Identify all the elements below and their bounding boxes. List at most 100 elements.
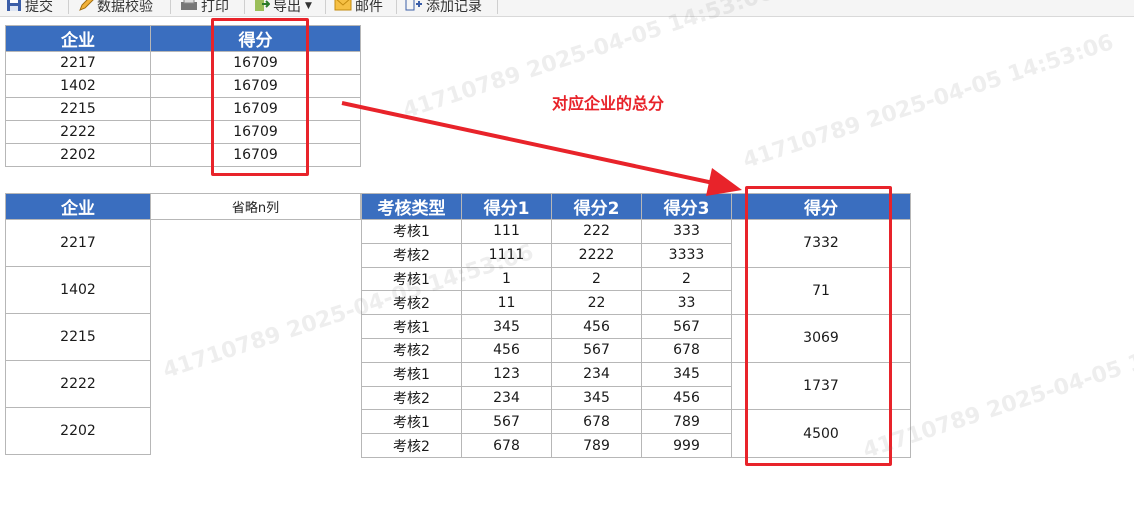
- annotation-text: 对应企业的总分: [552, 94, 665, 113]
- assessment-type-cell[interactable]: 考核2: [361, 385, 462, 411]
- table-row: 2217 16709: [5, 51, 361, 75]
- score-cell-2[interactable]: 222: [551, 219, 642, 244]
- total-score-cell[interactable]: 1737: [731, 361, 911, 411]
- company-cell[interactable]: 2215: [5, 313, 151, 361]
- score-cell-3[interactable]: 345: [641, 361, 732, 387]
- assessment-type-cell[interactable]: 考核1: [361, 409, 462, 435]
- table-row: 考核1 1 2 2 71: [361, 266, 911, 316]
- table-row: 考核1 111 222 333 7332: [361, 219, 911, 268]
- assessment-type-cell[interactable]: 考核1: [361, 266, 462, 292]
- score-cell-3[interactable]: 789: [641, 409, 732, 435]
- company-cell[interactable]: 2202: [5, 143, 151, 167]
- score-cell-2[interactable]: 2: [551, 266, 642, 292]
- assessment-type-cell[interactable]: 考核1: [361, 219, 462, 244]
- score-cell-1[interactable]: 567: [461, 409, 552, 435]
- score-cell[interactable]: 16709: [150, 143, 361, 167]
- score-cell-1[interactable]: 1111: [461, 242, 552, 268]
- score-cell-1[interactable]: 678: [461, 433, 552, 458]
- table-row: 2202 16709: [5, 143, 361, 167]
- save-icon: [6, 0, 22, 16]
- header-total-score: 得分: [731, 193, 911, 220]
- score-cell-2[interactable]: 345: [551, 385, 642, 411]
- mail-label: 邮件: [355, 0, 383, 15]
- company-cell[interactable]: 2215: [5, 97, 151, 121]
- company-cell[interactable]: 2202: [5, 407, 151, 455]
- header-omitted-columns: 省略n列: [150, 193, 361, 220]
- score-cell-1[interactable]: 1: [461, 266, 552, 292]
- score-cell-3[interactable]: 567: [641, 314, 732, 339]
- score-cell-3[interactable]: 999: [641, 433, 732, 458]
- company-table: 企业 省略n列 2217 1402 2215 2222 2202: [5, 193, 361, 455]
- table-row: 考核1 123 234 345 1737: [361, 361, 911, 411]
- table-row: 2215 16709: [5, 97, 361, 121]
- export-icon: [254, 0, 271, 16]
- score-cell-2[interactable]: 456: [551, 314, 642, 339]
- total-score-cell[interactable]: 7332: [731, 219, 911, 268]
- score-cell-2[interactable]: 789: [551, 433, 642, 458]
- export-label: 导出: [273, 0, 301, 15]
- watermark: 41710789 2025-04-05 14:53:06: [740, 30, 1117, 174]
- header-company: 企业: [5, 25, 151, 52]
- score-cell-3[interactable]: 2: [641, 266, 732, 292]
- score-cell[interactable]: 16709: [150, 120, 361, 144]
- score-cell-3[interactable]: 456: [641, 385, 732, 411]
- score-cell[interactable]: 16709: [150, 51, 361, 75]
- header-score-3: 得分3: [641, 193, 732, 220]
- score-cell-1[interactable]: 11: [461, 290, 552, 316]
- total-score-cell[interactable]: 4500: [731, 409, 911, 458]
- score-cell-2[interactable]: 678: [551, 409, 642, 435]
- score-cell[interactable]: 16709: [150, 97, 361, 121]
- printer-icon: [180, 0, 198, 16]
- table-row: 考核1 345 456 567 3069: [361, 314, 911, 363]
- score-cell-2[interactable]: 567: [551, 337, 642, 363]
- company-cell[interactable]: 2222: [5, 360, 151, 408]
- score-cell-1[interactable]: 456: [461, 337, 552, 363]
- header-score: 得分: [150, 25, 361, 52]
- assessment-type-cell[interactable]: 考核1: [361, 361, 462, 387]
- score-cell-3[interactable]: 3333: [641, 242, 732, 268]
- total-score-cell[interactable]: 71: [731, 266, 911, 316]
- header-company: 企业: [5, 193, 151, 220]
- summary-table: 企业 得分 2217 16709 1402 16709 2215 16709 2…: [5, 25, 361, 167]
- pencil-icon: [78, 0, 94, 16]
- score-cell-3[interactable]: 678: [641, 337, 732, 363]
- score-cell-3[interactable]: 33: [641, 290, 732, 316]
- print-label: 打印: [201, 0, 229, 15]
- envelope-icon: [334, 0, 352, 15]
- validate-button[interactable]: 数据校验: [78, 0, 153, 16]
- score-cell-2[interactable]: 234: [551, 361, 642, 387]
- assessment-type-cell[interactable]: 考核2: [361, 242, 462, 268]
- assessment-type-cell[interactable]: 考核2: [361, 433, 462, 458]
- score-cell[interactable]: 16709: [150, 74, 361, 98]
- export-button[interactable]: 导出 ▼: [254, 0, 312, 16]
- assessment-type-cell[interactable]: 考核2: [361, 290, 462, 316]
- table-row: 考核1 567 678 789 4500: [361, 409, 911, 458]
- score-cell-1[interactable]: 234: [461, 385, 552, 411]
- score-cell-2[interactable]: 2222: [551, 242, 642, 268]
- score-cell-1[interactable]: 111: [461, 219, 552, 244]
- print-button[interactable]: 打印: [180, 0, 229, 16]
- company-cell[interactable]: 1402: [5, 266, 151, 314]
- add-record-button[interactable]: 添加记录: [405, 0, 482, 16]
- header-score-2: 得分2: [551, 193, 642, 220]
- company-cell[interactable]: 2222: [5, 120, 151, 144]
- score-cell-2[interactable]: 22: [551, 290, 642, 316]
- score-cell-1[interactable]: 123: [461, 361, 552, 387]
- total-score-cell[interactable]: 3069: [731, 314, 911, 363]
- score-cell-3[interactable]: 333: [641, 219, 732, 244]
- submit-button[interactable]: 提交: [6, 0, 53, 16]
- table-row: 1402 16709: [5, 74, 361, 98]
- add-record-label: 添加记录: [426, 0, 482, 15]
- assessment-type-cell[interactable]: 考核2: [361, 337, 462, 363]
- company-cell[interactable]: 1402: [5, 74, 151, 98]
- add-record-icon: [405, 0, 423, 16]
- chevron-down-icon: ▼: [305, 1, 312, 11]
- validate-label: 数据校验: [97, 0, 153, 15]
- company-cell[interactable]: 2217: [5, 51, 151, 75]
- company-cell[interactable]: 2217: [5, 219, 151, 267]
- mail-button[interactable]: 邮件: [334, 0, 383, 16]
- assessment-type-cell[interactable]: 考核1: [361, 314, 462, 339]
- score-cell-1[interactable]: 345: [461, 314, 552, 339]
- assessment-table: 考核类型 得分1 得分2 得分3 得分 考核1 111 222 333 7332 考核2 1…: [361, 193, 911, 458]
- header-score-1: 得分1: [461, 193, 552, 220]
